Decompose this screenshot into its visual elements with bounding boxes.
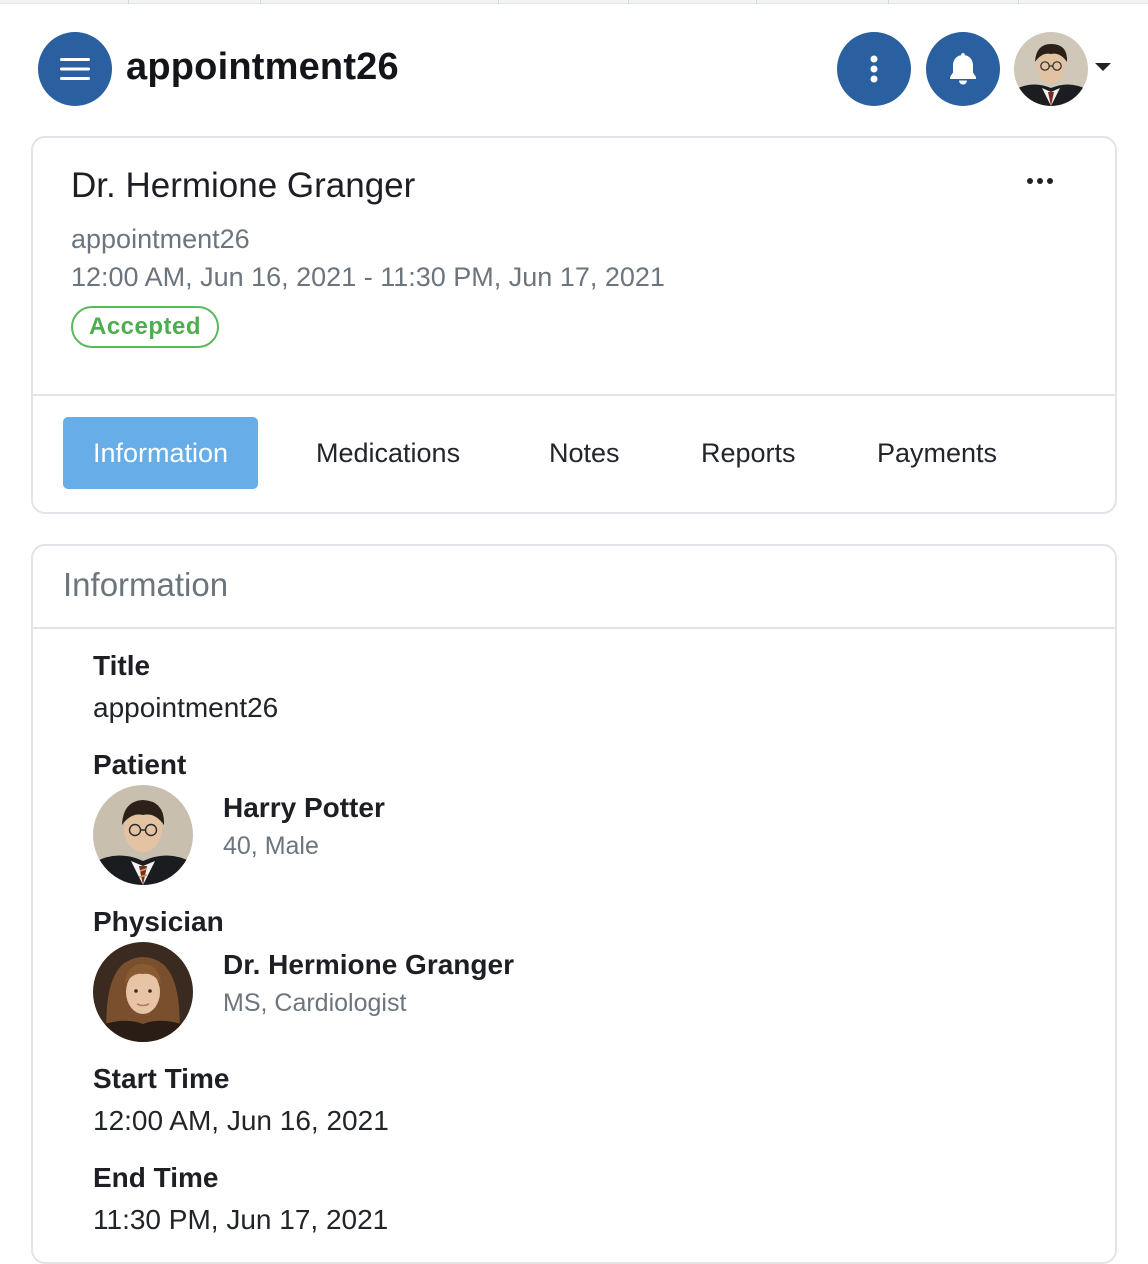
information-card: Information Title appointment26 Patient …: [31, 544, 1117, 1264]
title-label: Title: [93, 650, 151, 681]
user-avatar[interactable]: [1014, 32, 1088, 106]
title-value: appointment26: [93, 692, 279, 723]
app-header: appointment26: [0, 0, 1148, 136]
divider: [33, 394, 1115, 396]
tab-information[interactable]: Information: [63, 417, 259, 489]
physician-label: Physician: [93, 906, 224, 937]
vertical-dots-icon: [870, 55, 878, 83]
physician-name-heading: Dr. Hermione Granger: [71, 166, 416, 205]
status-badge: Accepted: [71, 306, 220, 348]
options-button[interactable]: [837, 32, 911, 106]
horizontal-dots-icon[interactable]: [1027, 178, 1053, 184]
patient-label: Patient: [93, 749, 187, 780]
tab-bar: Information Medications Notes Reports Pa…: [63, 417, 1083, 489]
appointment-summary-card: Dr. Hermione Granger appointment26 12:00…: [31, 136, 1117, 514]
start-time-label: Start Time: [93, 1063, 230, 1094]
hamburger-menu-icon: [60, 58, 90, 80]
bell-icon: [950, 53, 976, 85]
end-time-label: End Time: [93, 1162, 219, 1193]
physician-avatar-image: [93, 942, 193, 1042]
patient-avatar: [93, 785, 193, 885]
physician-avatar: [93, 942, 193, 1042]
start-time-value: 12:00 AM, Jun 16, 2021: [93, 1105, 389, 1136]
page-title: appointment26: [126, 46, 399, 88]
patient-avatar-image: [93, 785, 193, 885]
tab-notes[interactable]: Notes: [549, 417, 620, 489]
appointment-title: appointment26: [71, 224, 250, 254]
physician-details: MS, Cardiologist: [223, 989, 407, 1017]
tab-payments[interactable]: Payments: [877, 417, 997, 489]
appointment-time-range: 12:00 AM, Jun 16, 2021 - 11:30 PM, Jun 1…: [71, 262, 665, 292]
divider: [33, 627, 1115, 629]
patient-name: Harry Potter: [223, 792, 385, 823]
notifications-button[interactable]: [926, 32, 1000, 106]
patient-details: 40, Male: [223, 832, 319, 860]
menu-button[interactable]: [38, 32, 112, 106]
tab-medications[interactable]: Medications: [316, 417, 460, 489]
tab-reports[interactable]: Reports: [701, 417, 796, 489]
end-time-value: 11:30 PM, Jun 17, 2021: [93, 1204, 389, 1235]
user-avatar-image: [1014, 32, 1088, 106]
information-heading: Information: [63, 566, 229, 603]
chevron-down-icon[interactable]: [1095, 63, 1111, 71]
physician-name: Dr. Hermione Granger: [223, 949, 514, 980]
